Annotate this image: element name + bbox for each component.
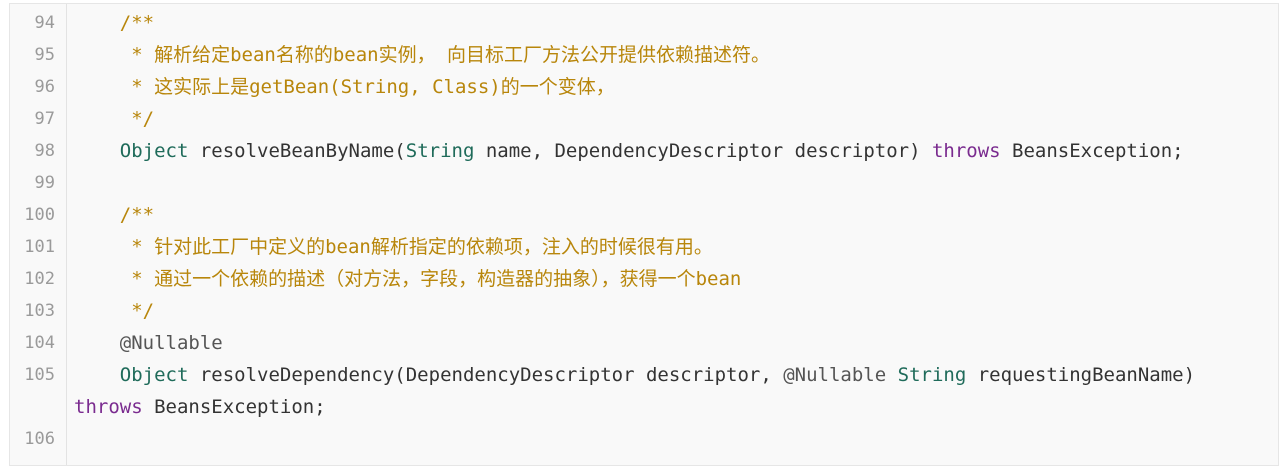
code-token-comment: * 这实际上是getBean(String, Class)的一个变体，	[74, 76, 615, 98]
code-line: 95 * 解析给定bean名称的bean实例， 向目标工厂方法公开提供依赖描述符…	[10, 39, 1278, 71]
code-line: 101 * 针对此工厂中定义的bean解析指定的依赖项，注入的时候很有用。	[10, 231, 1278, 263]
code-token-type: String	[897, 364, 967, 386]
code-token-plain: resolveDependency(DependencyDescriptor d…	[188, 364, 784, 386]
code-token-comment: * 解析给定bean名称的bean实例， 向目标工厂方法公开提供依赖描述符。	[74, 44, 771, 66]
code-text: Object resolveDependency(DependencyDescr…	[74, 359, 1268, 423]
code-line: 106	[10, 423, 1278, 455]
code-token-plain: name, DependencyDescriptor descriptor)	[474, 140, 932, 162]
code-block: 94 /** 95 * 解析给定bean名称的bean实例， 向目标工厂方法公开提…	[9, 3, 1279, 466]
line-number: 106	[24, 429, 55, 449]
code-text: * 这实际上是getBean(String, Class)的一个变体，	[74, 71, 1268, 103]
code-token-plain: resolveBeanByName(	[188, 140, 406, 162]
line-number: 102	[24, 269, 55, 289]
code-text: * 针对此工厂中定义的bean解析指定的依赖项，注入的时候很有用。	[74, 231, 1268, 263]
code-token-plain: BeansException;	[142, 396, 326, 418]
code-token-kw: throws	[74, 396, 143, 418]
line-number: 104	[24, 333, 55, 353]
code-line: 100 /**	[10, 199, 1278, 231]
code-token-anno: @Nullable	[783, 364, 887, 386]
code-text: /**	[74, 199, 1268, 231]
code-line: 103 */	[10, 295, 1278, 327]
code-token-comment: /**	[74, 12, 155, 34]
code-token-type: Object	[119, 140, 189, 162]
line-number: 94	[34, 13, 55, 33]
code-token-kw: throws	[931, 140, 1001, 162]
code-line: 104 @Nullable	[10, 327, 1278, 359]
code-line: 99	[10, 167, 1278, 199]
code-text: Object resolveBeanByName(String name, De…	[74, 135, 1268, 167]
line-number: 103	[24, 301, 55, 321]
code-text: * 通过一个依赖的描述（对方法，字段，构造器的抽象），获得一个bean	[74, 263, 1268, 295]
code-token-comment: * 通过一个依赖的描述（对方法，字段，构造器的抽象），获得一个bean	[74, 268, 742, 290]
code-text: /**	[74, 7, 1268, 39]
code-text: */	[74, 295, 1268, 327]
line-number: 95	[34, 45, 55, 65]
line-number: 100	[24, 205, 55, 225]
line-number: 97	[34, 109, 55, 129]
code-text: * 解析给定bean名称的bean实例， 向目标工厂方法公开提供依赖描述符。	[74, 39, 1268, 71]
code-token-plain: requestingBeanName)	[977, 364, 1196, 386]
code-text: */	[74, 103, 1268, 135]
code-token-comment: /**	[74, 204, 155, 226]
line-number: 105	[24, 365, 55, 385]
line-number: 96	[34, 77, 55, 97]
code-line: 96 * 这实际上是getBean(String, Class)的一个变体，	[10, 71, 1278, 103]
line-number: 99	[34, 173, 55, 193]
code-line: 98 Object resolveBeanByName(String name,…	[10, 135, 1278, 167]
code-token-comment: */	[74, 108, 155, 130]
code-token-comment: * 针对此工厂中定义的bean解析指定的依赖项，注入的时候很有用。	[74, 236, 713, 258]
line-number: 101	[24, 237, 55, 257]
code-text: @Nullable	[74, 327, 1268, 359]
code-line: 105 Object resolveDependency(DependencyD…	[10, 359, 1278, 423]
code-token-comment: */	[74, 300, 155, 322]
code-token-anno: @Nullable	[119, 332, 223, 354]
code-token-type: String	[405, 140, 475, 162]
code-line: 97 */	[10, 103, 1278, 135]
code-token-type: Object	[119, 364, 189, 386]
code-line: 94 /**	[10, 7, 1278, 39]
code-line: 102 * 通过一个依赖的描述（对方法，字段，构造器的抽象），获得一个bean	[10, 263, 1278, 295]
line-number: 98	[34, 141, 55, 161]
code-token-plain: BeansException;	[1000, 140, 1184, 162]
